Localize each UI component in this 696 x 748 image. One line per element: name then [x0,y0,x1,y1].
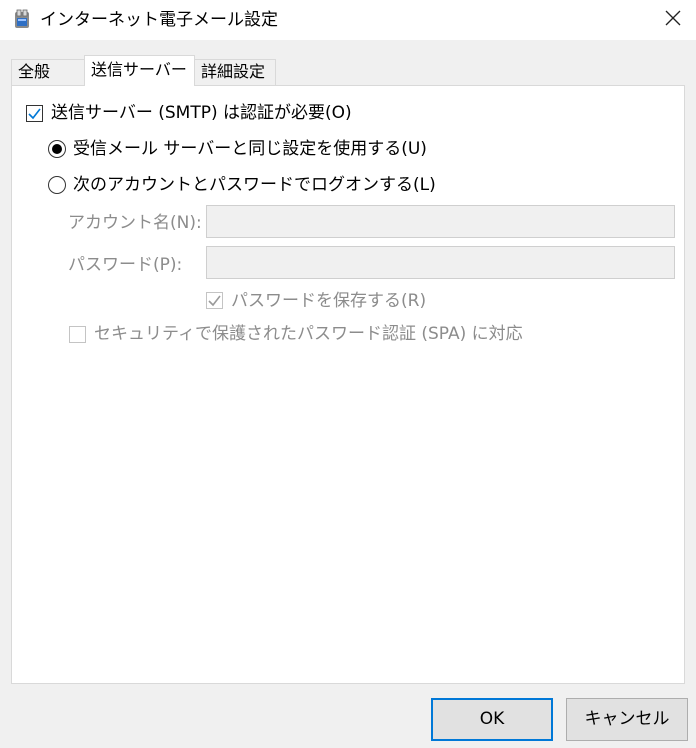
smtp-auth-checkbox[interactable] [26,105,43,122]
radio-use-same-settings[interactable] [48,140,66,158]
account-name-input[interactable] [206,205,675,238]
check-icon [208,295,221,307]
check-icon [28,108,41,120]
dialog-window: インターネット電子メール設定 全般 送信サーバー 詳細設定 送信サーバー (SM… [0,0,696,748]
outlook-settings-icon [15,9,29,28]
spa-checkbox[interactable] [69,326,86,343]
radio-selected-dot [52,144,62,154]
close-button[interactable] [650,0,696,36]
radio-use-same-settings-label[interactable]: 受信メール サーバーと同じ設定を使用する(U) [73,138,427,160]
title-bar[interactable]: インターネット電子メール設定 [0,0,696,40]
spa-label[interactable]: セキュリティで保護されたパスワード認証 (SPA) に対応 [94,323,523,345]
window-title: インターネット電子メール設定 [40,10,278,30]
account-name-label: アカウント名(N): [68,213,202,233]
smtp-auth-label[interactable]: 送信サーバー (SMTP) は認証が必要(O) [51,102,352,124]
tab-outgoing-server[interactable]: 送信サーバー [84,55,195,86]
radio-logon-with-account-label[interactable]: 次のアカウントとパスワードでログオンする(L) [73,174,436,196]
tab-general[interactable]: 全般 [11,59,85,85]
save-password-checkbox[interactable] [206,292,223,309]
save-password-label[interactable]: パスワードを保存する(R) [231,290,426,312]
close-icon [665,10,681,26]
cancel-button[interactable]: キャンセル [566,698,688,741]
tab-advanced[interactable]: 詳細設定 [194,59,276,85]
radio-logon-with-account[interactable] [48,176,66,194]
ok-button[interactable]: OK [431,698,553,741]
password-label: パスワード(P): [68,255,183,275]
password-input[interactable] [206,246,675,279]
